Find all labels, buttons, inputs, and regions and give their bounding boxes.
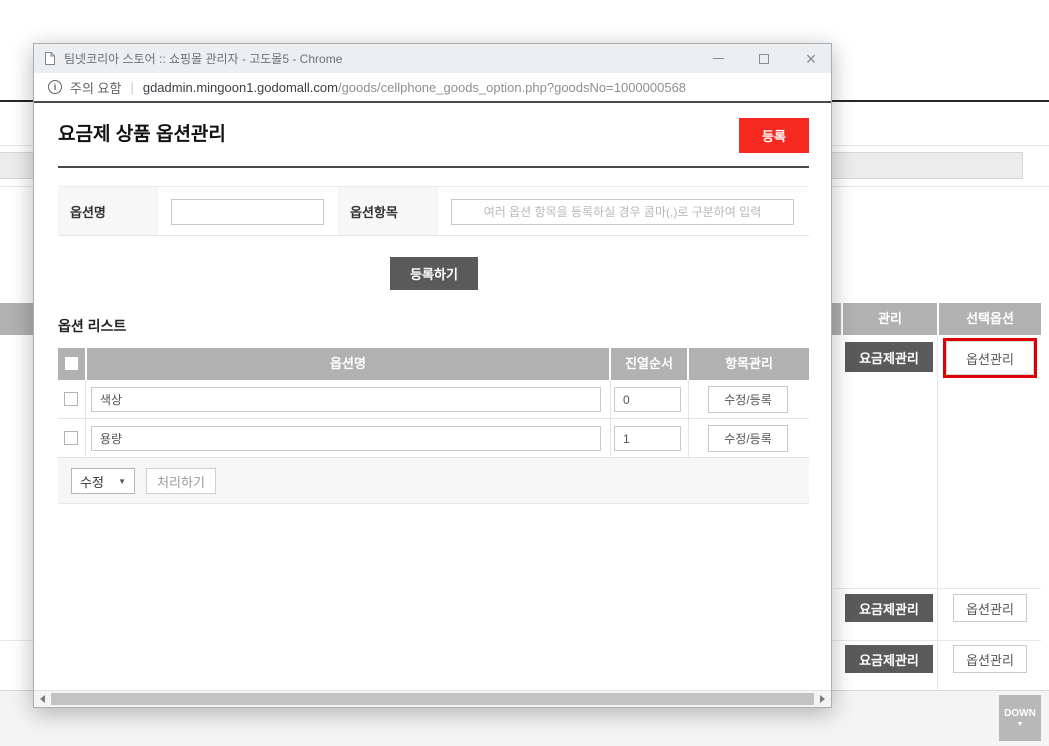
scrollbar-thumb[interactable]: [51, 693, 814, 705]
option-name-value-input[interactable]: [91, 426, 601, 451]
url-domain: gdadmin.mingoon1.godomall.com: [143, 80, 338, 95]
minimize-icon: [713, 58, 724, 59]
option-name-input[interactable]: [171, 199, 324, 225]
option-items-label: 옵션항목: [338, 187, 438, 235]
column-divider: [937, 335, 938, 690]
edit-register-button[interactable]: 수정/등록: [708, 386, 788, 413]
maximize-button[interactable]: [748, 44, 780, 73]
left-arrow-icon: [40, 695, 45, 703]
option-manage-button[interactable]: 옵션관리: [953, 594, 1027, 622]
close-button[interactable]: ×: [795, 44, 827, 73]
scroll-down-button[interactable]: DOWN ▼: [999, 695, 1041, 741]
option-name-label: 옵션명: [58, 187, 158, 235]
down-button-label: DOWN: [1004, 708, 1036, 719]
url-bar[interactable]: i 주의 요함 | gdadmin.mingoon1.godomall.com/…: [34, 73, 831, 103]
screen: 관리 선택옵션 요금제관리 옵션관리 요금제관리 옵션관리 요금제관리 옵션관리…: [0, 0, 1049, 746]
row-checkbox[interactable]: [64, 392, 78, 406]
table-row: 수정/등록: [58, 419, 809, 458]
scroll-left-arrow[interactable]: [34, 691, 51, 707]
close-icon: ×: [806, 50, 817, 68]
row-checkbox[interactable]: [64, 431, 78, 445]
register-button[interactable]: 등록: [739, 118, 809, 153]
row-divider: [835, 588, 1041, 589]
info-icon[interactable]: i: [48, 80, 62, 94]
option-form: 옵션명 옵션항목: [58, 186, 809, 236]
popup-title-bar[interactable]: 팀넷코리아 스토어 :: 쇼핑몰 관리자 - 고도몰5 - Chrome ×: [34, 44, 831, 73]
option-manage-button[interactable]: 옵션관리: [953, 645, 1027, 673]
page-title: 요금제 상품 옵션관리: [58, 119, 226, 146]
bulk-select-value: 수정: [80, 472, 104, 491]
right-arrow-icon: [820, 695, 825, 703]
scroll-right-arrow[interactable]: [814, 691, 831, 707]
url-separator: |: [130, 80, 133, 95]
submit-register-button[interactable]: 등록하기: [390, 257, 478, 290]
table-cell-divider: [688, 380, 689, 458]
edit-register-button[interactable]: 수정/등록: [708, 425, 788, 452]
table-cell-divider: [85, 380, 86, 458]
plan-manage-button[interactable]: 요금제관리: [845, 342, 933, 372]
option-name-value-input[interactable]: [91, 387, 601, 412]
document-icon: [44, 51, 56, 66]
minimize-button[interactable]: [702, 44, 734, 73]
column-header-sort-order: 진열순서: [611, 348, 687, 380]
window-title: 팀넷코리아 스토어 :: 쇼핑몰 관리자 - 고도몰5 - Chrome: [64, 50, 342, 67]
column-header-option-name: 옵션명: [87, 348, 609, 380]
column-header-item-manage: 항목관리: [689, 348, 809, 380]
chevron-down-icon: ▼: [1017, 721, 1024, 728]
column-header-select-option: 선택옵션: [939, 303, 1041, 335]
plan-manage-button[interactable]: 요금제관리: [845, 645, 933, 673]
table-cell-divider: [610, 380, 611, 458]
column-header-manage: 관리: [843, 303, 937, 335]
select-all-checkbox[interactable]: [65, 357, 78, 370]
sort-order-input[interactable]: [614, 387, 681, 412]
popup-window: 팀넷코리아 스토어 :: 쇼핑몰 관리자 - 고도몰5 - Chrome × i…: [33, 43, 832, 708]
apply-button[interactable]: 처리하기: [146, 468, 216, 494]
chevron-down-icon: ▼: [118, 477, 126, 486]
option-items-input[interactable]: [451, 199, 794, 225]
security-label: 주의 요함: [70, 78, 121, 97]
maximize-icon: [759, 54, 769, 64]
option-list-heading: 옵션 리스트: [58, 316, 126, 336]
click-highlight-box: 옵션관리: [943, 338, 1037, 378]
bulk-action-bar: 수정 ▼ 처리하기: [58, 458, 809, 504]
url-path: /goods/cellphone_goods_option.php?goodsN…: [338, 80, 686, 95]
sort-order-input[interactable]: [614, 426, 681, 451]
title-divider: [58, 166, 809, 168]
table-row: 수정/등록: [58, 380, 809, 419]
option-table-header: 옵션명 진열순서 항목관리: [58, 348, 809, 380]
bulk-action-select[interactable]: 수정 ▼: [71, 468, 135, 494]
option-manage-button[interactable]: 옵션관리: [946, 341, 1034, 375]
horizontal-scrollbar[interactable]: [34, 690, 831, 707]
select-all-cell: [58, 348, 85, 380]
plan-manage-button[interactable]: 요금제관리: [845, 594, 933, 622]
